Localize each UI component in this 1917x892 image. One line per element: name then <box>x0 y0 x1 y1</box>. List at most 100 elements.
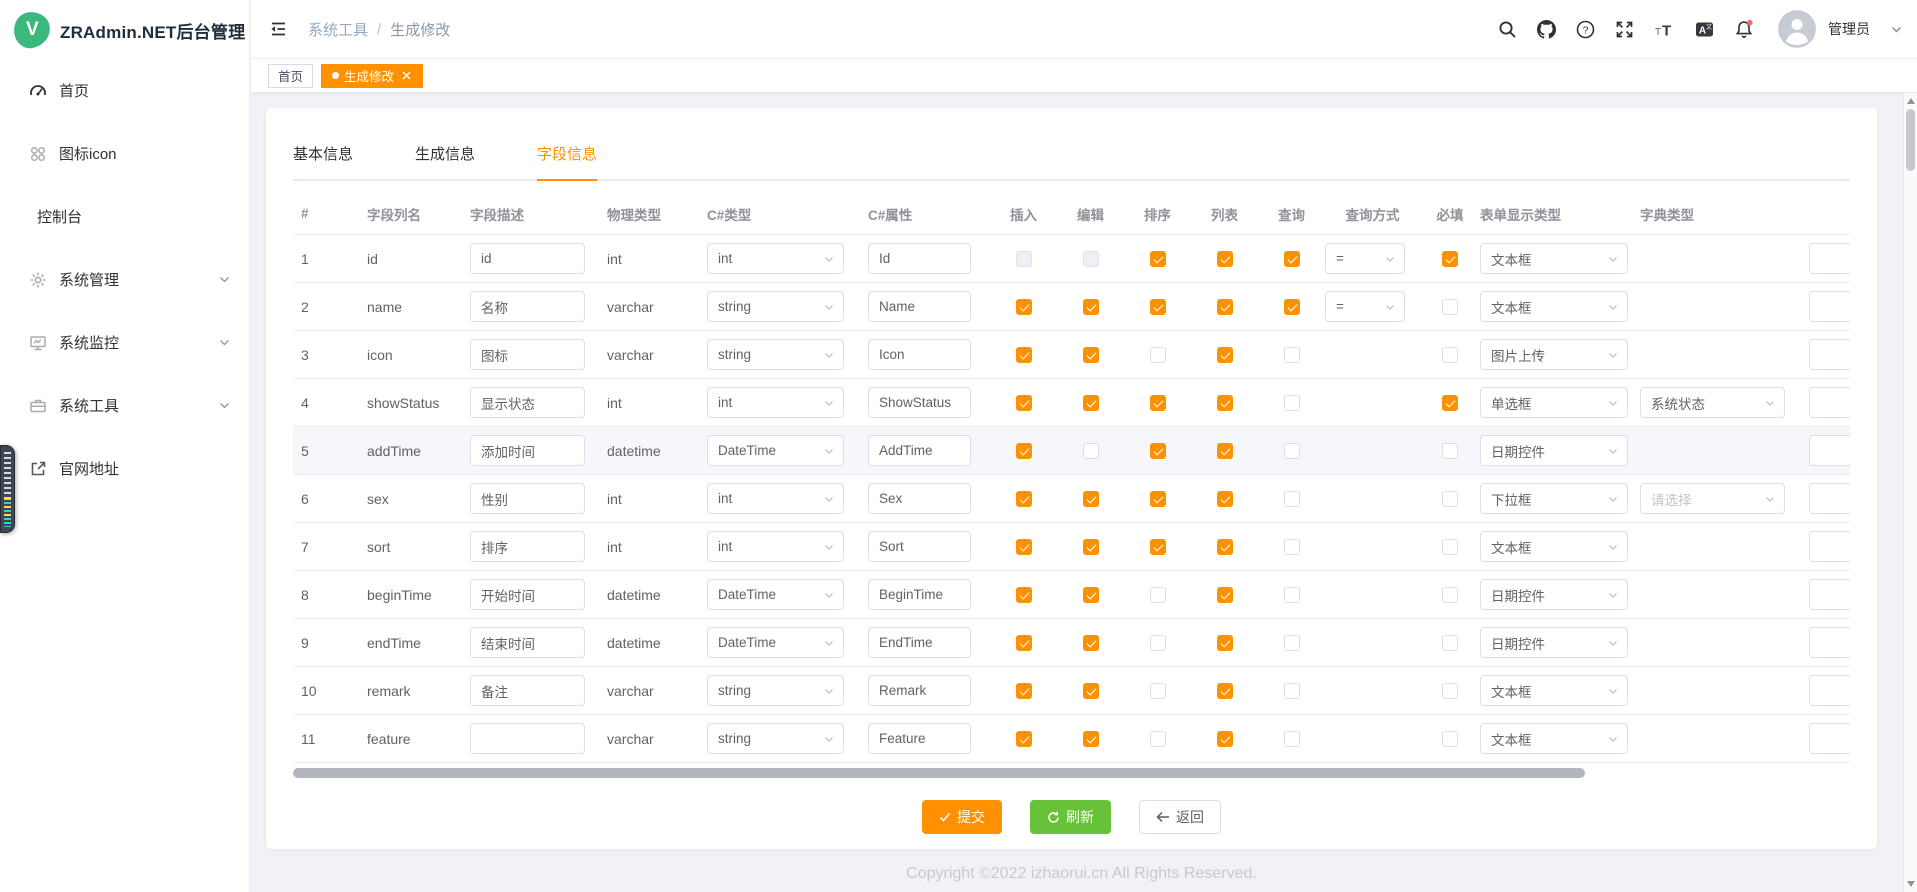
csharp-type-select[interactable]: DateTime <box>707 627 844 658</box>
breadcrumb-item[interactable]: 系统工具 <box>308 19 368 40</box>
sidebar-item-4[interactable]: 系统监控 <box>0 314 249 371</box>
sort-checkbox[interactable] <box>1150 731 1166 747</box>
csharp-type-select[interactable]: string <box>707 339 844 370</box>
insert-checkbox[interactable] <box>1016 635 1032 651</box>
github-icon[interactable] <box>1537 20 1556 39</box>
required-checkbox[interactable] <box>1442 347 1458 363</box>
query-checkbox[interactable] <box>1284 395 1300 411</box>
edit-checkbox[interactable] <box>1083 251 1099 267</box>
menu-fold-icon[interactable] <box>268 19 288 39</box>
insert-checkbox[interactable] <box>1016 347 1032 363</box>
form-type-select[interactable]: 文本框 <box>1480 243 1628 274</box>
query-checkbox[interactable] <box>1284 443 1300 459</box>
edit-checkbox[interactable] <box>1083 731 1099 747</box>
sort-checkbox[interactable] <box>1150 491 1166 507</box>
edit-checkbox[interactable] <box>1083 299 1099 315</box>
field-desc-input[interactable] <box>470 579 585 610</box>
sort-checkbox[interactable] <box>1150 395 1166 411</box>
required-checkbox[interactable] <box>1442 635 1458 651</box>
edit-checkbox[interactable] <box>1083 539 1099 555</box>
tab-basic-info[interactable]: 基本信息 <box>293 133 353 181</box>
query-checkbox[interactable] <box>1284 731 1300 747</box>
field-desc-input[interactable] <box>470 723 585 754</box>
horizontal-scrollbar[interactable] <box>293 768 1850 778</box>
csharp-prop-input[interactable] <box>868 627 971 658</box>
sidebar-item-5[interactable]: 系统工具 <box>0 377 249 434</box>
insert-checkbox[interactable] <box>1016 443 1032 459</box>
insert-checkbox[interactable] <box>1016 395 1032 411</box>
insert-checkbox[interactable] <box>1016 731 1032 747</box>
list-checkbox[interactable] <box>1217 539 1233 555</box>
sidebar-item-3[interactable]: 系统管理 <box>0 251 249 308</box>
sidebar-item-0[interactable]: 首页 <box>0 62 249 119</box>
overflow-input[interactable] <box>1809 723 1850 754</box>
csharp-type-select[interactable]: string <box>707 675 844 706</box>
sort-checkbox[interactable] <box>1150 299 1166 315</box>
overflow-input[interactable] <box>1809 435 1850 466</box>
csharp-prop-input[interactable] <box>868 579 971 610</box>
list-checkbox[interactable] <box>1217 491 1233 507</box>
font-size-icon[interactable]: TT <box>1654 20 1675 39</box>
csharp-prop-input[interactable] <box>868 387 971 418</box>
field-desc-input[interactable] <box>470 483 585 514</box>
translate-icon[interactable]: A文 <box>1695 20 1714 39</box>
list-checkbox[interactable] <box>1217 347 1233 363</box>
csharp-prop-input[interactable] <box>868 531 971 562</box>
field-desc-input[interactable] <box>470 435 585 466</box>
list-checkbox[interactable] <box>1217 587 1233 603</box>
csharp-type-select[interactable]: int <box>707 243 844 274</box>
field-desc-input[interactable] <box>470 339 585 370</box>
required-checkbox[interactable] <box>1442 491 1458 507</box>
sort-checkbox[interactable] <box>1150 587 1166 603</box>
edit-checkbox[interactable] <box>1083 443 1099 459</box>
tab-field-info[interactable]: 字段信息 <box>537 133 597 181</box>
refresh-button[interactable]: 刷新 <box>1030 800 1111 834</box>
csharp-type-select[interactable]: int <box>707 483 844 514</box>
query-checkbox[interactable] <box>1284 299 1300 315</box>
insert-checkbox[interactable] <box>1016 539 1032 555</box>
tab-generate-info[interactable]: 生成信息 <box>415 133 475 181</box>
vertical-scrollbar[interactable] <box>1903 93 1917 892</box>
overflow-input[interactable] <box>1809 387 1850 418</box>
csharp-type-select[interactable]: string <box>707 723 844 754</box>
query-checkbox[interactable] <box>1284 587 1300 603</box>
vertical-scrollbar-thumb[interactable] <box>1906 109 1915 171</box>
csharp-type-select[interactable]: int <box>707 531 844 562</box>
csharp-prop-input[interactable] <box>868 291 971 322</box>
query-checkbox[interactable] <box>1284 635 1300 651</box>
required-checkbox[interactable] <box>1442 299 1458 315</box>
overflow-input[interactable] <box>1809 339 1850 370</box>
list-checkbox[interactable] <box>1217 395 1233 411</box>
form-type-select[interactable]: 文本框 <box>1480 291 1628 322</box>
required-checkbox[interactable] <box>1442 443 1458 459</box>
form-type-select[interactable]: 日期控件 <box>1480 627 1628 658</box>
edit-checkbox[interactable] <box>1083 491 1099 507</box>
query-type-select[interactable]: = <box>1325 291 1405 322</box>
overflow-input[interactable] <box>1809 531 1850 562</box>
form-type-select[interactable]: 文本框 <box>1480 723 1628 754</box>
fullscreen-icon[interactable] <box>1615 20 1634 39</box>
form-type-select[interactable]: 日期控件 <box>1480 435 1628 466</box>
chevron-down-icon[interactable] <box>1890 23 1903 36</box>
list-checkbox[interactable] <box>1217 299 1233 315</box>
scroll-down-arrow[interactable] <box>1907 881 1915 887</box>
form-type-select[interactable]: 文本框 <box>1480 531 1628 562</box>
edit-checkbox[interactable] <box>1083 683 1099 699</box>
list-checkbox[interactable] <box>1217 635 1233 651</box>
back-button[interactable]: 返回 <box>1139 800 1221 834</box>
form-type-select[interactable]: 日期控件 <box>1480 579 1628 610</box>
app-logo[interactable]: V ZRAdmin.NET后台管理 <box>0 0 249 60</box>
overflow-input[interactable] <box>1809 579 1850 610</box>
sidebar-item-6[interactable]: 官网地址 <box>0 440 249 497</box>
sort-checkbox[interactable] <box>1150 347 1166 363</box>
overflow-input[interactable] <box>1809 243 1850 274</box>
form-type-select[interactable]: 单选框 <box>1480 387 1628 418</box>
field-desc-input[interactable] <box>470 531 585 562</box>
scroll-up-arrow[interactable] <box>1907 98 1915 104</box>
submit-button[interactable]: 提交 <box>922 800 1002 834</box>
horizontal-scrollbar-thumb[interactable] <box>293 768 1585 778</box>
field-desc-input[interactable] <box>470 291 585 322</box>
required-checkbox[interactable] <box>1442 251 1458 267</box>
sidebar-item-1[interactable]: 图标icon <box>0 125 249 182</box>
csharp-prop-input[interactable] <box>868 483 971 514</box>
